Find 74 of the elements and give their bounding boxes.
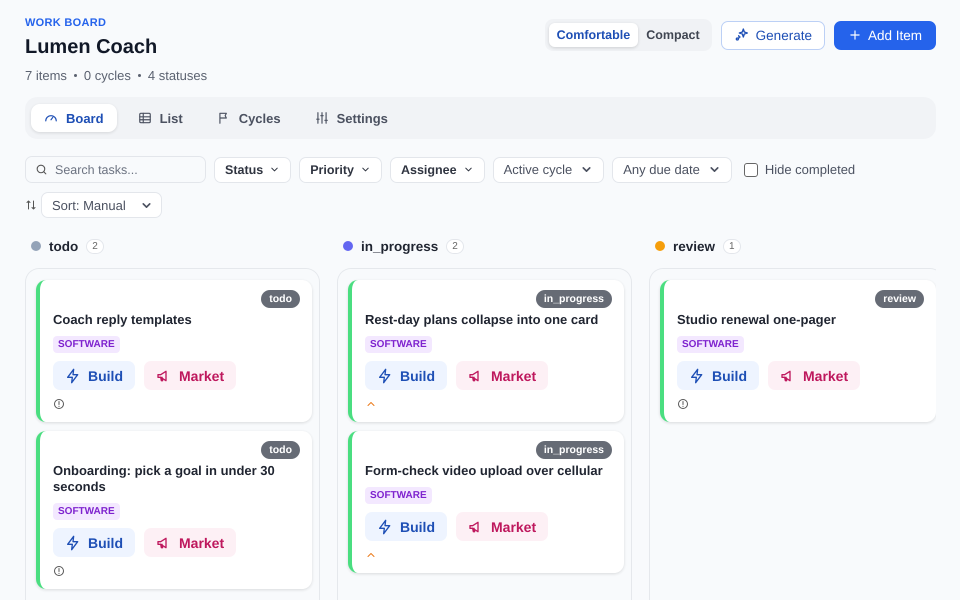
generate-button[interactable]: Generate [720, 20, 825, 50]
card-title: Onboarding: pick a goal in under 30 seconds [53, 463, 276, 495]
summary-text: 0 cycles [84, 68, 131, 83]
summary-text: 4 statuses [148, 68, 208, 83]
checkbox-label: Hide completed [764, 162, 856, 177]
separator-dot [74, 74, 77, 77]
count-badge: 2 [86, 238, 104, 254]
filter-select[interactable]: Active cycle [492, 156, 604, 182]
sort-select[interactable]: Sort: Manual [41, 192, 162, 218]
status-badge: in_progress [536, 441, 612, 459]
column-title: in_progress [361, 238, 438, 254]
task-card[interactable]: in_progress Rest-day plans collapse into one card SOFTWARE Build Market [348, 280, 624, 422]
card-title: Rest-day plans collapse into one card [365, 312, 600, 328]
task-card[interactable]: todo Onboarding: pick a goal in under 30 seconds SOFTWARE Build Market [36, 431, 312, 589]
alert-circle-icon [53, 565, 65, 577]
column-title: review [673, 238, 716, 254]
view-tab[interactable]: Cycles [204, 104, 294, 132]
category-tag: SOFTWARE [677, 336, 744, 353]
status-badge: todo [261, 441, 300, 459]
sparkle-icon [734, 27, 750, 43]
task-card[interactable]: todo Coach reply templates SOFTWARE Build Market [36, 280, 312, 422]
filter-dropdown[interactable]: Priority [299, 156, 382, 182]
task-card[interactable]: in_progress Form-check video upload over cellular SOFTWARE Build Market [348, 431, 624, 573]
view-tab[interactable]: Board [31, 104, 117, 132]
board-title: Lumen Coach [25, 36, 158, 59]
lightning-icon [65, 368, 81, 384]
filter-dropdown[interactable]: Status [214, 156, 292, 182]
category-tag: SOFTWARE [365, 487, 432, 504]
alert-circle-icon [677, 398, 689, 410]
alert-circle-icon [53, 398, 65, 410]
section-label: WORK BOARD [25, 17, 108, 29]
task-card[interactable]: review Studio renewal one-pager SOFTWARE Build Market [660, 280, 936, 422]
market-button[interactable]: Market [144, 361, 236, 390]
card-title: Form-check video upload over cellular [365, 463, 604, 479]
status-badge: in_progress [536, 290, 612, 308]
separator-dot [138, 74, 141, 77]
lightning-icon [377, 518, 393, 534]
status-badge: todo [261, 290, 300, 308]
lightning-icon [377, 368, 393, 384]
filter-dropdown[interactable]: Assignee [390, 156, 485, 182]
checkbox[interactable] [744, 162, 758, 176]
plus-icon [848, 28, 862, 42]
search-field[interactable]: Search tasks... [25, 156, 206, 183]
table-icon [138, 111, 152, 125]
build-button[interactable]: Build [365, 512, 447, 541]
search-icon [35, 163, 48, 176]
sliders-icon [314, 111, 329, 125]
summary-text: 7 items [25, 68, 67, 83]
category-tag: SOFTWARE [53, 336, 120, 353]
market-button[interactable]: Market [456, 361, 548, 390]
count-badge: 1 [723, 238, 741, 254]
sort-icon [25, 199, 37, 211]
view-tab[interactable]: Settings [302, 104, 401, 132]
card-title: Coach reply templates [53, 312, 193, 328]
view-tab[interactable]: List [124, 104, 196, 132]
add-item-button[interactable]: Add Item [834, 20, 936, 50]
build-button[interactable]: Build [53, 361, 135, 390]
count-badge: 2 [446, 238, 464, 254]
build-button[interactable]: Build [677, 361, 759, 390]
density-option[interactable]: Comfortable [548, 23, 638, 47]
status-badge: review [875, 290, 924, 308]
market-button[interactable]: Market [144, 528, 236, 557]
build-button[interactable]: Build [53, 528, 135, 557]
category-tag: SOFTWARE [53, 503, 120, 520]
market-button[interactable]: Market [768, 361, 860, 390]
build-button[interactable]: Build [365, 361, 447, 390]
filter-select[interactable]: Any due date [612, 156, 732, 182]
lightning-icon [689, 368, 705, 384]
lightning-icon [65, 534, 81, 550]
market-button[interactable]: Market [456, 512, 548, 541]
card-title: Studio renewal one-pager [677, 312, 837, 328]
density-option[interactable]: Compact [638, 23, 708, 47]
column-title: todo [49, 238, 78, 254]
category-tag: SOFTWARE [365, 336, 432, 353]
